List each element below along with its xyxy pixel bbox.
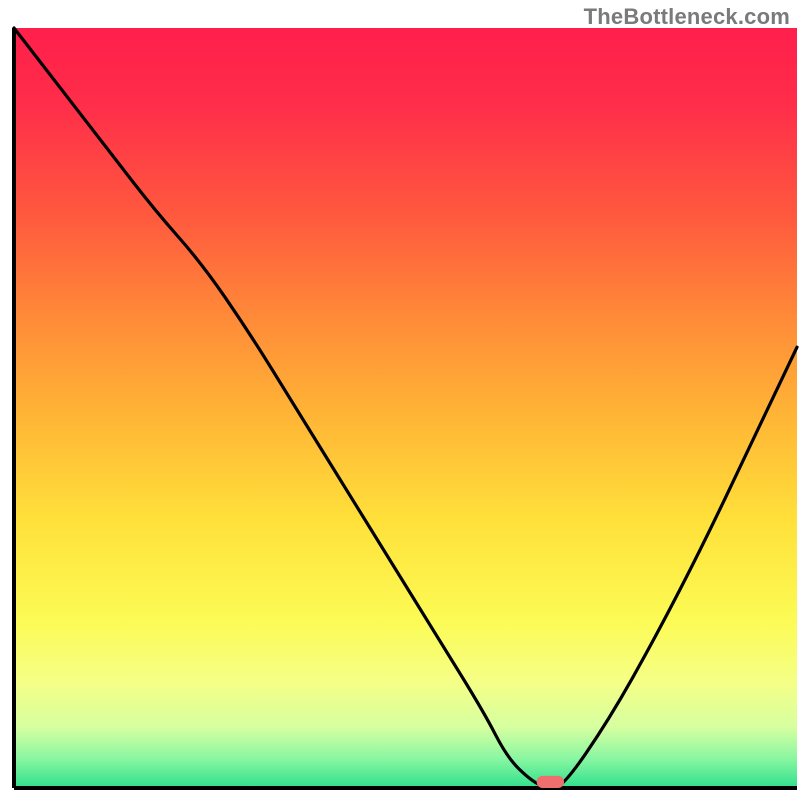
chart-container: TheBottleneck.com bbox=[0, 0, 800, 800]
watermark-label: TheBottleneck.com bbox=[584, 4, 790, 30]
bottleneck-curve-plot bbox=[0, 0, 800, 800]
optimum-marker bbox=[537, 776, 564, 788]
plot-gradient-background bbox=[14, 28, 797, 788]
